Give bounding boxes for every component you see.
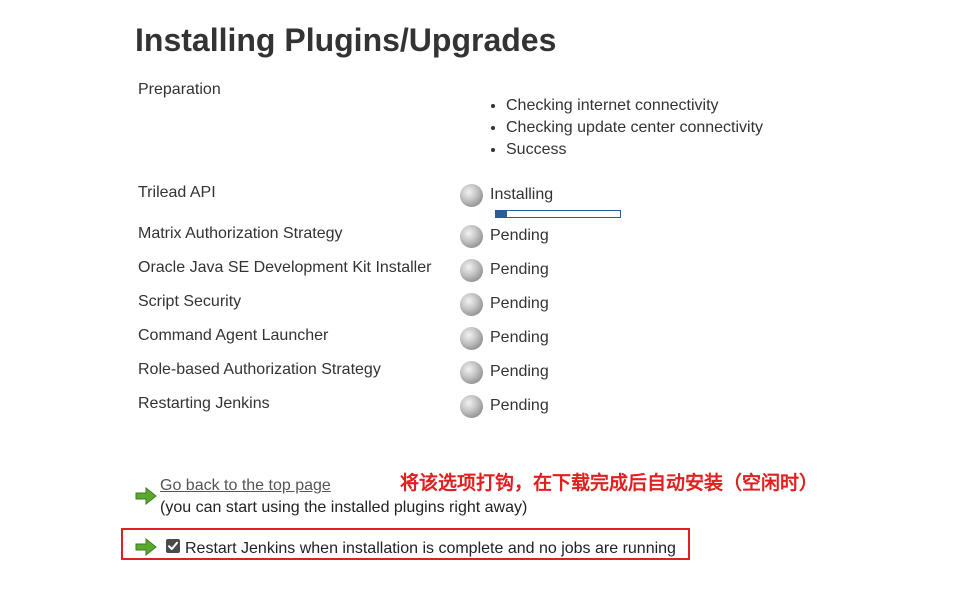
go-back-link[interactable]: Go back to the top page [160,477,331,495]
plugin-name-trilead-api: Trilead API [138,184,216,201]
preparation-step: Checking update center connectivity [506,117,763,139]
status-ball-icon [460,225,483,248]
plugin-name-jdk-installer: Oracle Java SE Development Kit Installer [138,259,432,276]
preparation-steps: Checking internet connectivity Checking … [468,95,763,161]
page-title: Installing Plugins/Upgrades [135,22,557,58]
install-progress-bar [495,210,621,218]
preparation-step: Checking internet connectivity [506,95,763,117]
plugin-name-restarting-jenkins: Restarting Jenkins [138,395,270,412]
status-ball-icon [460,184,483,207]
green-arrow-icon [135,487,157,505]
plugin-name-script-security: Script Security [138,293,242,310]
plugin-status: Installing [490,186,554,203]
checkmark-icon [168,541,178,550]
status-ball-icon [460,395,483,418]
restart-checkbox[interactable] [166,539,180,553]
plugin-name-matrix-auth: Matrix Authorization Strategy [138,225,343,242]
green-arrow-icon [135,538,157,556]
status-ball-icon [460,327,483,350]
plugin-name-role-based-auth: Role-based Authorization Strategy [138,361,381,378]
plugin-status: Pending [490,227,549,244]
plugin-status: Pending [490,261,549,278]
status-ball-icon [460,361,483,384]
plugin-name-command-agent: Command Agent Launcher [138,327,329,344]
plugin-status: Pending [490,295,549,312]
status-ball-icon [460,293,483,316]
annotation-text: 将该选项打钩，在下载完成后自动安装（空闲时） [400,472,819,494]
go-back-note: (you can start using the installed plugi… [160,499,528,516]
status-ball-icon [460,259,483,282]
plugin-status: Pending [490,397,549,414]
plugin-status: Pending [490,363,549,380]
preparation-step: Success [506,139,763,161]
restart-checkbox-label[interactable]: Restart Jenkins when installation is com… [185,540,676,558]
plugin-status: Pending [490,329,549,346]
install-progress-fill [496,211,508,217]
preparation-label: Preparation [138,81,221,98]
